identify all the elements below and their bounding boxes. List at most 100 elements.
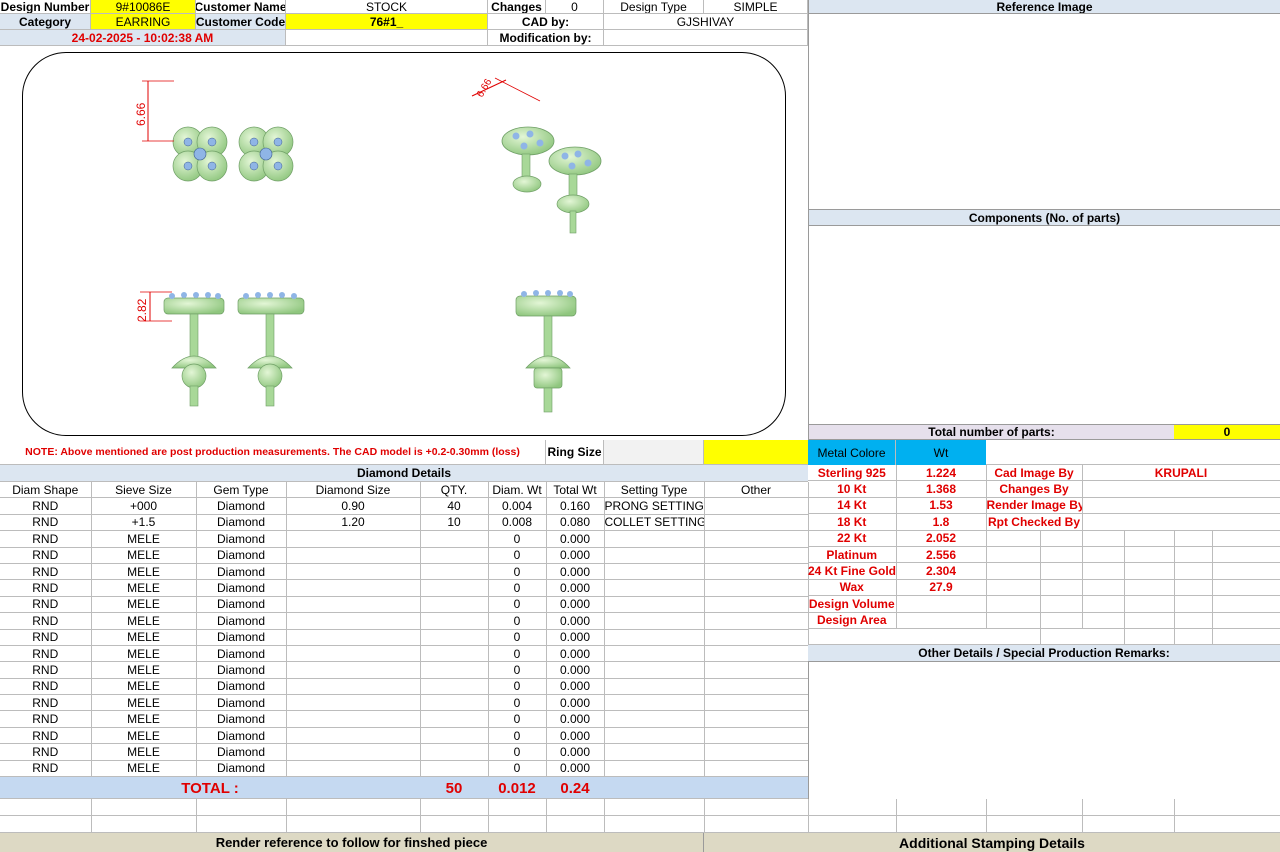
diamond-cell[interactable] bbox=[286, 743, 421, 761]
diamond-cell[interactable]: 10 bbox=[420, 514, 489, 532]
diamond-cell[interactable] bbox=[604, 596, 705, 614]
diamond-cell[interactable]: Diamond bbox=[196, 743, 287, 761]
diamond-cell[interactable] bbox=[420, 727, 489, 745]
modification-by-value[interactable] bbox=[604, 30, 808, 46]
diamond-cell[interactable] bbox=[286, 694, 421, 712]
diamond-cell[interactable] bbox=[286, 645, 421, 663]
diamond-cell[interactable]: Diamond bbox=[196, 710, 287, 728]
category-value[interactable]: EARRING bbox=[91, 14, 196, 30]
diamond-cell[interactable]: 0 bbox=[488, 661, 547, 679]
diamond-cell[interactable] bbox=[604, 629, 705, 646]
diamond-cell[interactable]: MELE bbox=[91, 678, 197, 696]
metal-person-cell[interactable] bbox=[1082, 530, 1280, 547]
changes-value[interactable]: 0 bbox=[546, 0, 604, 14]
diamond-cell[interactable]: MELE bbox=[91, 661, 197, 679]
diamond-cell[interactable] bbox=[286, 661, 421, 679]
diamond-cell[interactable] bbox=[286, 710, 421, 728]
diamond-cell[interactable] bbox=[704, 678, 809, 696]
diamond-cell[interactable]: 0 bbox=[488, 727, 547, 745]
diamond-cell[interactable] bbox=[704, 710, 809, 728]
diamond-cell[interactable] bbox=[286, 579, 421, 597]
diamond-cell[interactable]: +000 bbox=[91, 497, 197, 515]
diamond-cell[interactable]: RND bbox=[0, 727, 92, 745]
diamond-cell[interactable]: RND bbox=[0, 629, 92, 646]
diamond-cell[interactable] bbox=[704, 579, 809, 597]
diamond-cell[interactable]: 0 bbox=[488, 710, 547, 728]
diamond-cell[interactable]: 0 bbox=[488, 596, 547, 614]
diamond-cell[interactable] bbox=[420, 612, 489, 630]
diamond-cell[interactable]: Diamond bbox=[196, 678, 287, 696]
diamond-cell[interactable]: Diamond bbox=[196, 547, 287, 564]
diamond-cell[interactable] bbox=[420, 661, 489, 679]
diamond-cell[interactable]: Diamond bbox=[196, 645, 287, 663]
diamond-cell[interactable]: 0 bbox=[488, 694, 547, 712]
diamond-cell[interactable]: Diamond bbox=[196, 727, 287, 745]
diamond-cell[interactable] bbox=[704, 727, 809, 745]
diamond-cell[interactable]: 0 bbox=[488, 579, 547, 597]
components-area[interactable] bbox=[808, 226, 1280, 424]
diamond-cell[interactable]: 0 bbox=[488, 530, 547, 548]
metal-person-cell[interactable] bbox=[1082, 497, 1280, 515]
diamond-cell[interactable] bbox=[286, 530, 421, 548]
diamond-cell[interactable] bbox=[604, 743, 705, 761]
metal-person-cell[interactable]: KRUPALI bbox=[1082, 465, 1280, 482]
diamond-cell[interactable]: 0.000 bbox=[546, 743, 605, 761]
diamond-cell[interactable] bbox=[704, 694, 809, 712]
diamond-cell[interactable]: 0 bbox=[488, 563, 547, 581]
diamond-cell[interactable]: RND bbox=[0, 514, 92, 532]
diamond-cell[interactable]: Diamond bbox=[196, 530, 287, 548]
diamond-cell[interactable]: Diamond bbox=[196, 612, 287, 630]
metal-wt-cell[interactable] bbox=[896, 595, 987, 613]
diamond-cell[interactable] bbox=[604, 727, 705, 745]
diamond-cell[interactable]: Diamond bbox=[196, 563, 287, 581]
diamond-cell[interactable]: MELE bbox=[91, 563, 197, 581]
diamond-cell[interactable]: 0.000 bbox=[546, 678, 605, 696]
reference-image-area[interactable] bbox=[808, 14, 1280, 210]
diamond-cell[interactable]: MELE bbox=[91, 579, 197, 597]
diamond-cell[interactable] bbox=[420, 547, 489, 564]
diamond-cell[interactable]: RND bbox=[0, 612, 92, 630]
diamond-cell[interactable] bbox=[704, 530, 809, 548]
metal-wt-cell[interactable]: 1.8 bbox=[896, 513, 987, 531]
cad-by-value[interactable]: GJSHIVAY bbox=[604, 14, 808, 30]
diamond-cell[interactable]: Diamond bbox=[196, 596, 287, 614]
diamond-cell[interactable] bbox=[604, 678, 705, 696]
diamond-cell[interactable]: COLLET SETTING bbox=[604, 514, 705, 532]
diamond-cell[interactable] bbox=[286, 563, 421, 581]
diamond-cell[interactable]: Diamond bbox=[196, 497, 287, 515]
diamond-cell[interactable] bbox=[704, 629, 809, 646]
metal-person-cell[interactable] bbox=[1082, 546, 1280, 564]
diamond-cell[interactable]: 0.080 bbox=[546, 514, 605, 532]
diamond-cell[interactable] bbox=[604, 530, 705, 548]
diamond-cell[interactable] bbox=[420, 579, 489, 597]
diamond-cell[interactable]: 0.90 bbox=[286, 497, 421, 515]
other-details-area[interactable] bbox=[808, 662, 1280, 799]
diamond-cell[interactable]: 1.20 bbox=[286, 514, 421, 532]
diamond-cell[interactable] bbox=[420, 596, 489, 614]
diamond-cell[interactable] bbox=[604, 661, 705, 679]
diamond-cell[interactable] bbox=[604, 612, 705, 630]
diamond-cell[interactable]: RND bbox=[0, 760, 92, 778]
customer-code-value[interactable]: 76#1_ bbox=[286, 14, 488, 30]
diamond-cell[interactable]: 0 bbox=[488, 645, 547, 663]
diamond-cell[interactable]: 0.000 bbox=[546, 530, 605, 548]
metal-wt-cell[interactable]: 2.304 bbox=[896, 562, 987, 580]
diamond-cell[interactable]: Diamond bbox=[196, 579, 287, 597]
diamond-cell[interactable] bbox=[704, 612, 809, 630]
metal-person-cell[interactable] bbox=[1082, 595, 1280, 613]
diamond-cell[interactable] bbox=[286, 760, 421, 778]
diamond-cell[interactable]: RND bbox=[0, 563, 92, 581]
diamond-cell[interactable]: Diamond bbox=[196, 760, 287, 778]
diamond-cell[interactable]: MELE bbox=[91, 530, 197, 548]
diamond-cell[interactable] bbox=[420, 760, 489, 778]
diamond-cell[interactable] bbox=[704, 563, 809, 581]
diamond-cell[interactable]: RND bbox=[0, 497, 92, 515]
diamond-cell[interactable]: RND bbox=[0, 596, 92, 614]
diamond-cell[interactable]: 0.000 bbox=[546, 710, 605, 728]
diamond-cell[interactable]: MELE bbox=[91, 694, 197, 712]
diamond-cell[interactable]: MELE bbox=[91, 547, 197, 564]
diamond-cell[interactable] bbox=[604, 710, 705, 728]
metal-wt-cell[interactable]: 1.368 bbox=[896, 480, 987, 498]
diamond-cell[interactable]: 0 bbox=[488, 678, 547, 696]
diamond-cell[interactable] bbox=[704, 514, 809, 532]
